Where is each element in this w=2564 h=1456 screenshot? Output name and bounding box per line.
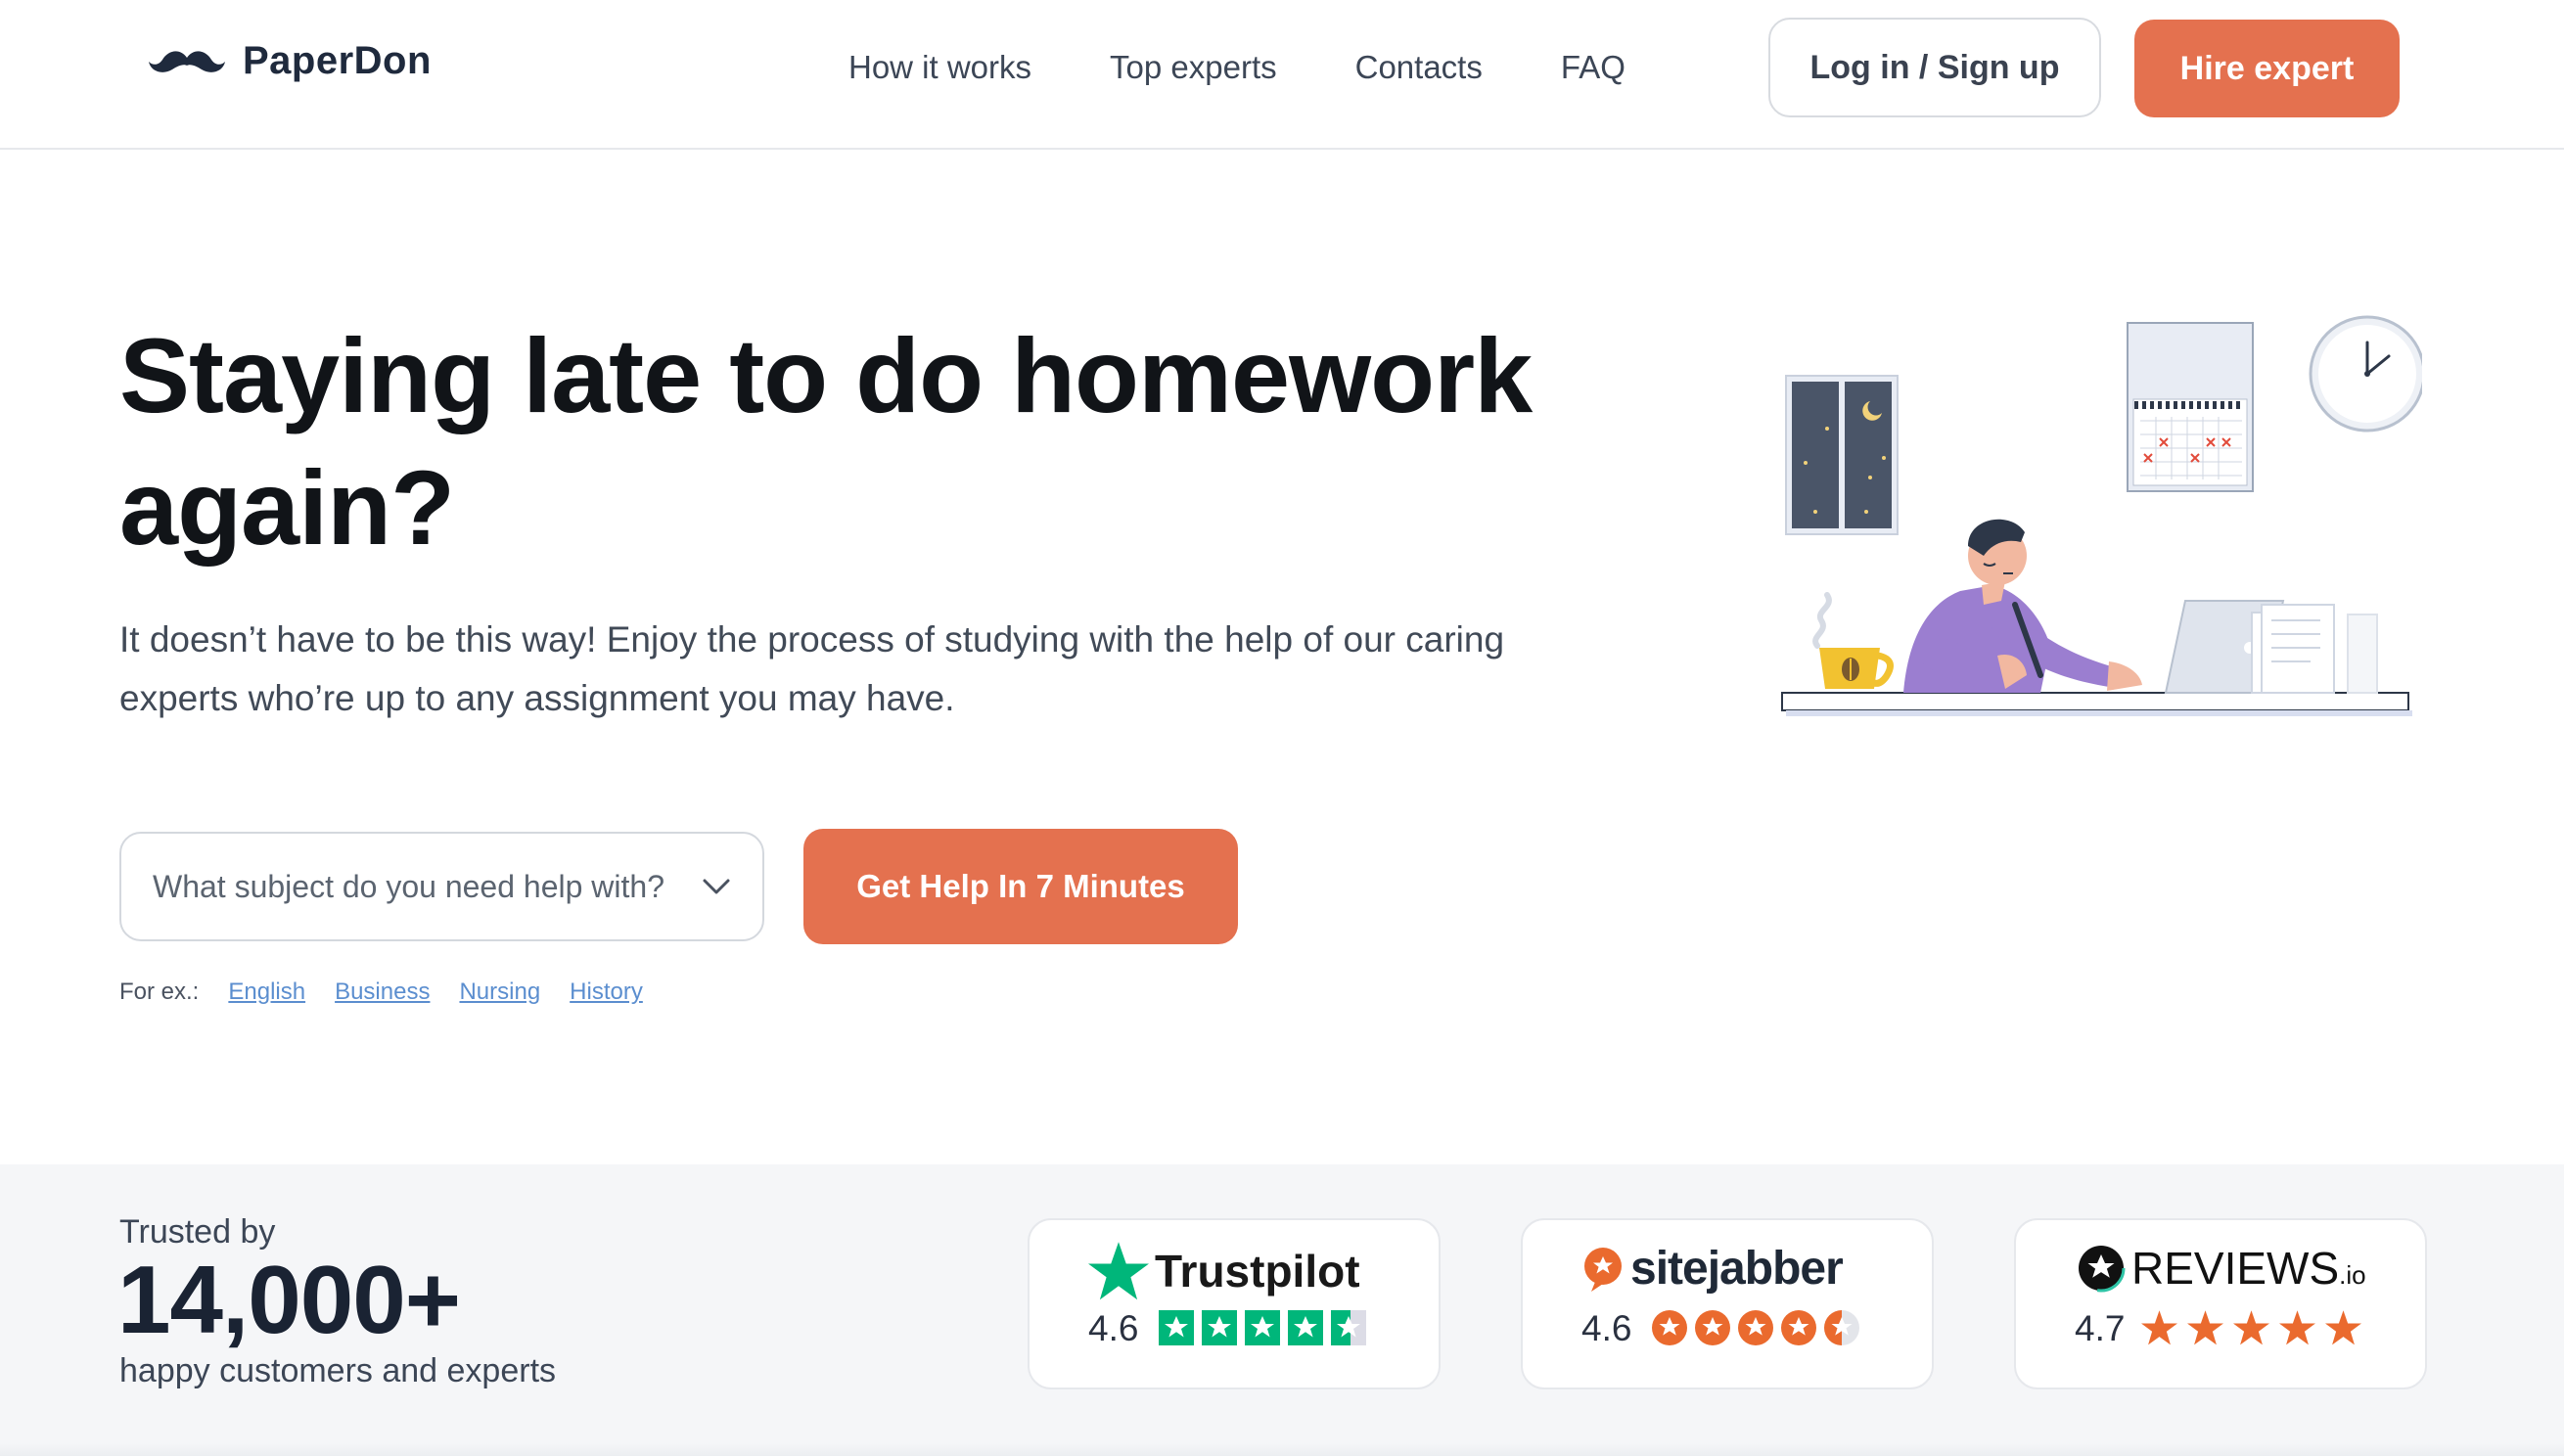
star-icon	[2325, 1310, 2361, 1345]
hero-title: Staying late to do homework again?	[119, 316, 1533, 567]
nav-contacts[interactable]: Contacts	[1355, 49, 1483, 86]
subject-select[interactable]: What subject do you need help with?	[119, 832, 764, 941]
sitejabber-card[interactable]: sitejabber 4.6	[1521, 1218, 1934, 1389]
get-help-button[interactable]: Get Help In 7 Minutes	[803, 829, 1238, 944]
calendar-illustration	[2127, 322, 2254, 492]
site-header: PaperDon How it works Top experts Contac…	[0, 0, 2564, 150]
section-divider	[0, 1443, 2564, 1456]
star-icon	[1288, 1310, 1323, 1345]
sitejabber-stars	[1652, 1310, 1859, 1345]
sitejabber-rating: 4.6	[1581, 1308, 1632, 1348]
star-icon	[1245, 1310, 1280, 1345]
star-icon	[1781, 1310, 1816, 1345]
star-icon	[2233, 1310, 2269, 1345]
star-icon	[2187, 1310, 2223, 1345]
trustpilot-star-icon	[1088, 1242, 1149, 1300]
examples-label: For ex.:	[119, 978, 200, 1005]
hero-subtitle: It doesn’t have to be this way! Enjoy th…	[119, 619, 1505, 718]
logo[interactable]: PaperDon	[147, 39, 432, 83]
desk-illustration	[1781, 692, 2409, 711]
chevron-down-icon	[703, 879, 730, 894]
reviews-io-icon	[2077, 1244, 2126, 1293]
star-icon	[1202, 1310, 1237, 1345]
star-icon	[1159, 1310, 1194, 1345]
mustache-logo-icon	[149, 50, 225, 72]
night-window-illustration	[1785, 375, 1899, 535]
sitejabber-icon	[1584, 1247, 1622, 1292]
coffee-cup-illustration	[1812, 592, 1894, 689]
main-nav: How it works Top experts Contacts FAQ	[848, 49, 1625, 86]
laptop-illustration	[2164, 600, 2378, 694]
reviews-io-wordmark: REVIEWS.io	[2131, 1242, 2366, 1295]
nav-faq[interactable]: FAQ	[1561, 49, 1625, 86]
login-signup-button[interactable]: Log in / Sign up	[1768, 18, 2101, 117]
customer-count: 14,000+	[117, 1246, 461, 1353]
star-icon	[2141, 1310, 2177, 1345]
star-icon	[2279, 1310, 2315, 1345]
nav-top-experts[interactable]: Top experts	[1110, 49, 1277, 86]
hero-illustration	[1781, 315, 2422, 716]
example-link-english[interactable]: English	[228, 978, 305, 1006]
logo-text: PaperDon	[243, 39, 432, 82]
sitejabber-brand: sitejabber	[1581, 1242, 1844, 1296]
trustpilot-stars	[1159, 1310, 1366, 1345]
clock-illustration	[2309, 315, 2422, 432]
trustpilot-card[interactable]: Trustpilot 4.6	[1028, 1218, 1441, 1389]
customer-count-caption: happy customers and experts	[119, 1352, 557, 1389]
reviews-io-card[interactable]: REVIEWS.io 4.7	[2014, 1218, 2427, 1389]
trustpilot-brand: Trustpilot	[1088, 1242, 1360, 1300]
hire-expert-button[interactable]: Hire expert	[2134, 20, 2400, 117]
example-link-business[interactable]: Business	[335, 978, 430, 1006]
reviews-io-brand: REVIEWS.io	[2077, 1242, 2366, 1295]
trustpilot-rating: 4.6	[1088, 1308, 1139, 1348]
nav-how-it-works[interactable]: How it works	[848, 49, 1031, 86]
reviews-io-wordmark-main: REVIEWS	[2131, 1243, 2340, 1294]
star-icon	[1738, 1310, 1773, 1345]
trustpilot-wordmark: Trustpilot	[1155, 1246, 1360, 1297]
example-link-nursing[interactable]: Nursing	[459, 978, 540, 1006]
star-icon	[1695, 1310, 1730, 1345]
sitejabber-wordmark: sitejabber	[1630, 1243, 1844, 1295]
reviews-io-stars	[2141, 1310, 2361, 1345]
star-icon	[1652, 1310, 1687, 1345]
example-link-history[interactable]: History	[570, 978, 643, 1006]
subject-select-placeholder: What subject do you need help with?	[153, 868, 664, 904]
subject-examples: For ex.: English Business Nursing Histor…	[119, 978, 643, 1006]
reviews-io-rating: 4.7	[2075, 1308, 2126, 1348]
star-half-icon	[1331, 1310, 1366, 1345]
student-illustration	[1903, 519, 2142, 693]
star-half-icon	[1824, 1310, 1859, 1345]
reviews-io-wordmark-suffix: .io	[2339, 1260, 2366, 1290]
